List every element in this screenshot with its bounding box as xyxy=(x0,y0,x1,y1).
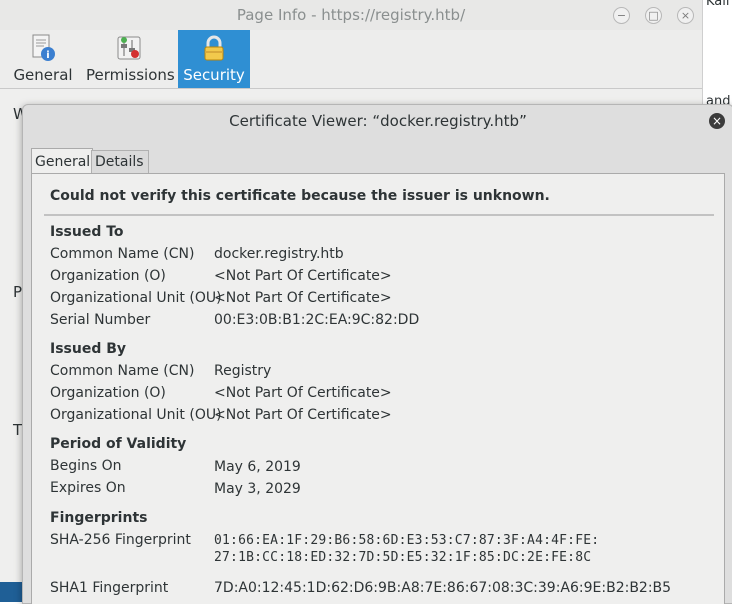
field-value: <Not Part Of Certificate> xyxy=(214,407,392,423)
tab-cert-general[interactable]: General xyxy=(31,148,93,175)
close-button[interactable]: × xyxy=(677,7,694,24)
section-issued-to: Issued To xyxy=(50,224,124,240)
field-label: Serial Number xyxy=(50,312,151,328)
tab-permissions-label: Permissions xyxy=(86,66,175,84)
tab-permissions[interactable]: Permissions xyxy=(86,30,175,88)
sha1-fingerprint-value: 7D:A0:12:45:1D:62:D6:9B:A8:7E:86:67:08:3… xyxy=(214,580,672,596)
maximize-button[interactable]: □ xyxy=(645,7,662,24)
field-value: <Not Part Of Certificate> xyxy=(214,268,392,284)
tab-cert-details[interactable]: Details xyxy=(91,150,149,174)
section-fingerprints: Fingerprints xyxy=(50,510,148,526)
field-value: <Not Part Of Certificate> xyxy=(214,385,392,401)
tab-general-label: General xyxy=(13,66,73,84)
field-label: Organization (O) xyxy=(50,268,166,284)
certificate-viewer-titlebar[interactable]: Certificate Viewer: “docker.registry.htb… xyxy=(23,105,732,137)
background-text: P xyxy=(13,283,23,301)
tab-security[interactable]: Security xyxy=(178,30,250,88)
page-info-titlebar[interactable]: Page Info - https://registry.htb/ − □ × xyxy=(0,0,702,30)
field-label: Organization (O) xyxy=(50,385,166,401)
minimize-button[interactable]: − xyxy=(613,7,630,24)
background-text: T xyxy=(13,421,23,439)
verification-warning: Could not verify this certificate becaus… xyxy=(50,188,550,204)
field-value: May 3, 2029 xyxy=(214,481,301,497)
sha256-fingerprint-value: 01:66:EA:1F:29:B6:58:6D:E3:53:C7:87:3F:A… xyxy=(214,533,600,565)
tab-security-label: Security xyxy=(183,66,245,84)
permissions-icon xyxy=(116,34,142,62)
certificate-general-panel: Could not verify this certificate becaus… xyxy=(31,173,725,604)
field-label: SHA1 Fingerprint xyxy=(50,580,169,596)
page-info-toolbar: i General Permissions Security xyxy=(0,30,702,89)
window-title: Page Info - https://registry.htb/ xyxy=(236,6,466,24)
field-value: 00:E3:0B:B1:2C:EA:9C:82:DD xyxy=(214,312,420,328)
field-label: Organizational Unit (OU) xyxy=(50,407,222,423)
background-taskbar-fragment xyxy=(0,582,22,602)
section-validity: Period of Validity xyxy=(50,436,187,452)
field-label: SHA-256 Fingerprint xyxy=(50,532,191,548)
field-label: Begins On xyxy=(50,458,122,474)
field-value: Registry xyxy=(214,363,272,379)
tab-general[interactable]: i General xyxy=(12,30,74,88)
field-value: <Not Part Of Certificate> xyxy=(214,290,392,306)
field-value: docker.registry.htb xyxy=(214,246,344,262)
separator xyxy=(44,214,714,216)
padlock-icon xyxy=(201,34,227,62)
close-dialog-button[interactable]: × xyxy=(709,113,725,129)
section-issued-by: Issued By xyxy=(50,341,127,357)
field-value: May 6, 2019 xyxy=(214,459,301,475)
field-label: Common Name (CN) xyxy=(50,246,195,262)
svg-text:i: i xyxy=(46,50,49,61)
field-label: Common Name (CN) xyxy=(50,363,195,379)
background-window-text: Kali L xyxy=(706,0,732,9)
certificate-viewer-dialog: Certificate Viewer: “docker.registry.htb… xyxy=(22,104,732,604)
page-info-icon: i xyxy=(30,34,56,62)
field-label: Expires On xyxy=(50,480,126,496)
dialog-title: Certificate Viewer: “docker.registry.htb… xyxy=(229,112,527,130)
field-label: Organizational Unit (OU) xyxy=(50,290,222,306)
